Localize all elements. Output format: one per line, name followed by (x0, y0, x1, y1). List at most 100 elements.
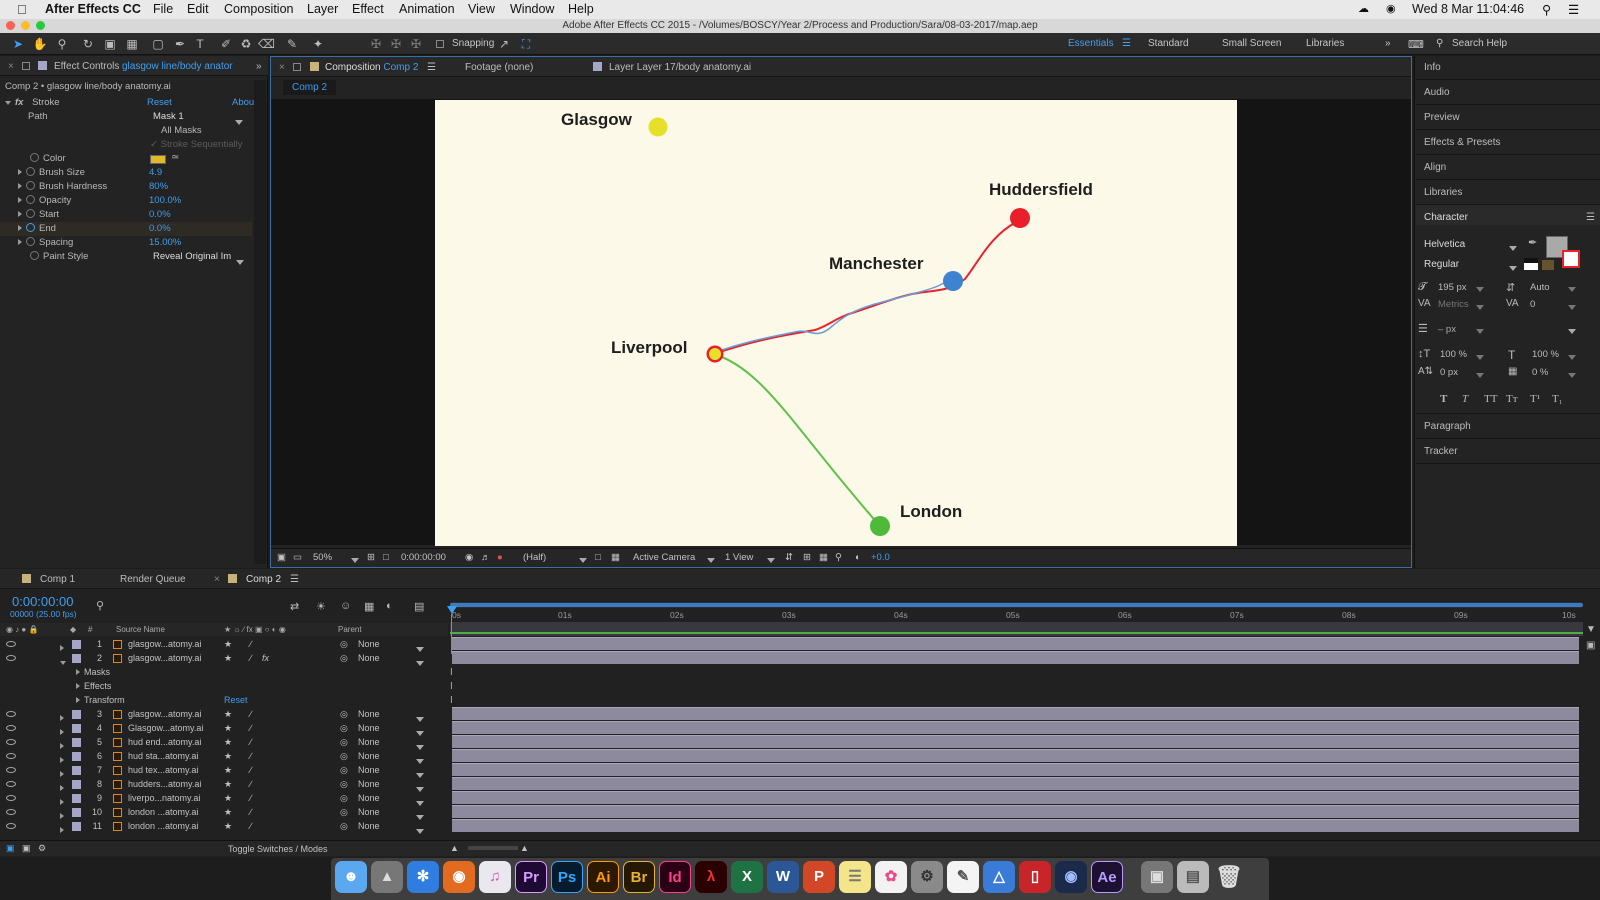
pick-whip-icon[interactable]: ◎ (340, 791, 348, 805)
dock-premiere-icon[interactable]: Pr (515, 861, 547, 893)
camera-chevron-icon[interactable] (707, 555, 715, 566)
label-color-box[interactable] (72, 780, 81, 789)
brush-hardness-row[interactable]: Brush Hardness (18, 180, 107, 194)
spacing-value[interactable]: 15.00% (149, 236, 181, 250)
stroke-sequentially-checkbox[interactable]: ✓ Stroke Sequentially (150, 138, 242, 152)
end-value[interactable]: 0.0% (149, 222, 171, 236)
visibility-icon[interactable] (6, 809, 16, 815)
pick-whip-icon[interactable]: ◎ (340, 651, 348, 665)
close-tab-icon[interactable]: × (279, 62, 285, 73)
dock-bridge-icon[interactable]: Br (623, 861, 655, 893)
comp-mini-flowchart-icon[interactable]: ⇄ (290, 600, 299, 613)
app-name-menu[interactable]: After Effects CC (45, 2, 141, 16)
zoom-out-icon[interactable]: ▲ (450, 843, 459, 853)
layer-row[interactable]: 9 liverpo...natomy.ai ★ ∕ ◎ None (0, 791, 448, 806)
small-caps-button[interactable]: Tт (1506, 393, 1518, 405)
draft-3d-icon[interactable]: ☀ (316, 600, 326, 613)
column-parent[interactable]: Parent (338, 623, 362, 636)
effects-group-row[interactable]: Effects (76, 679, 524, 693)
transfer-controls-icon[interactable]: ▣ (22, 843, 31, 854)
layer-row[interactable]: 3 glasgow...atomy.ai ★ ∕ ◎ None (0, 707, 448, 722)
menu-help[interactable]: Help (568, 2, 594, 16)
tsume-value[interactable]: 0 % (1532, 367, 1548, 378)
effects-keyframe-icon[interactable]: I (450, 681, 453, 692)
in-out-icon[interactable]: ⚙ (38, 843, 46, 854)
tracking-value[interactable]: 0 (1530, 299, 1535, 310)
character-panel-title[interactable]: Character (1424, 212, 1468, 223)
layer-name[interactable]: Glasgow...atomy.ai (128, 721, 203, 735)
viewer-menu-icon[interactable]: ☰ (427, 62, 436, 73)
spotlight-icon[interactable]: ⚲ (1542, 2, 1551, 17)
column-source-name[interactable]: Source Name (116, 623, 165, 636)
menu-effect[interactable]: Effect (352, 2, 384, 16)
stroke-width-value[interactable]: – px (1438, 324, 1456, 335)
comp-navigator-chip[interactable]: Comp 2 (283, 80, 337, 95)
opacity-value[interactable]: 100.0% (149, 194, 181, 208)
collapse-transform-icon[interactable]: ★ (224, 763, 232, 777)
layer-name[interactable]: glasgow...atomy.ai (128, 707, 201, 721)
layer-row[interactable]: 4 Glasgow...atomy.ai ★ ∕ ◎ None (0, 721, 448, 736)
effect-about-button[interactable]: Abou (232, 96, 254, 110)
resolution-dropdown[interactable]: (Half) (523, 552, 546, 563)
camera-tool-icon[interactable]: ▣ (102, 36, 118, 52)
masks-group-row[interactable]: Masks (76, 665, 524, 679)
dock-word-icon[interactable]: W (767, 861, 799, 893)
dock-keynote-icon[interactable]: △ (983, 861, 1015, 893)
collapse-transform-icon[interactable]: ★ (224, 735, 232, 749)
collapse-transform-icon[interactable]: ★ (224, 777, 232, 791)
font-family-chevron-icon[interactable] (1509, 243, 1517, 254)
font-style-dropdown[interactable]: Regular (1424, 259, 1459, 270)
exposure-icon[interactable]: ◐ (855, 552, 861, 563)
fx-switch-icon[interactable]: fx (262, 651, 269, 665)
pick-whip-icon[interactable]: ◎ (340, 763, 348, 777)
lock-icon[interactable] (22, 62, 30, 70)
collapse-transform-icon[interactable]: ★ (224, 637, 232, 651)
parent-dropdown[interactable]: None (358, 805, 380, 819)
layer-duration-bar[interactable] (452, 721, 1579, 734)
snapshot-icon[interactable]: ◉ (465, 552, 473, 563)
stopwatch-icon[interactable] (26, 237, 35, 246)
pick-whip-icon[interactable]: ◎ (340, 749, 348, 763)
visibility-icon[interactable] (6, 795, 16, 801)
tsume-chevron-icon[interactable] (1568, 370, 1576, 381)
baseline-shift-chevron-icon[interactable] (1476, 370, 1484, 381)
vertical-scale-chevron-icon[interactable] (1476, 352, 1484, 363)
layer-tab[interactable]: Layer Layer 17/body anatomy.ai (609, 62, 751, 73)
default-colors-icon[interactable] (1524, 258, 1538, 270)
layer-row[interactable]: 6 hud sta...atomy.ai ★ ∕ ◎ None (0, 749, 448, 764)
more-workspaces-icon[interactable]: » (1385, 38, 1391, 49)
info-panel-tab[interactable]: Info (1424, 62, 1441, 73)
tracking-chevron-icon[interactable] (1568, 302, 1576, 313)
quality-switch-icon[interactable]: ∕ (250, 651, 252, 665)
label-color-box[interactable] (72, 640, 81, 649)
timeline-tab-render-queue[interactable]: Render Queue (120, 574, 186, 585)
quality-switch-icon[interactable]: ∕ (250, 819, 252, 833)
search-help-input[interactable]: Search Help (1452, 38, 1507, 49)
eyedropper-icon[interactable]: ≃ (171, 152, 179, 163)
layer-row[interactable]: 10 london ...atomy.ai ★ ∕ ◎ None (0, 805, 448, 820)
dock-acrobat-icon[interactable]: λ (695, 861, 727, 893)
dock-itunes-icon[interactable]: ♫ (479, 861, 511, 893)
timeline-current-time[interactable]: 0:00:00:00 (12, 594, 73, 609)
mask-keyframe-icon[interactable]: I (450, 667, 453, 678)
pick-whip-icon[interactable]: ◎ (340, 777, 348, 791)
leading-value[interactable]: Auto (1530, 282, 1550, 293)
dock-preview-icon[interactable]: ▤ (1177, 861, 1209, 893)
parent-chevron-icon[interactable] (416, 824, 424, 838)
local-axis-icon[interactable]: ✠ (368, 36, 384, 52)
always-preview-icon[interactable]: ▣ (277, 552, 286, 563)
preview-panel-tab[interactable]: Preview (1424, 112, 1460, 123)
region-of-interest-icon[interactable]: □ (595, 552, 601, 563)
stopwatch-icon[interactable] (30, 251, 39, 260)
character-menu-icon[interactable]: ☰ (1586, 212, 1595, 223)
pick-whip-icon[interactable]: ◎ (340, 735, 348, 749)
playhead-icon[interactable] (447, 606, 457, 614)
dock-system-preferences-icon[interactable]: ⚙ (911, 861, 943, 893)
menu-view[interactable]: View (468, 2, 495, 16)
layer-duration-bar[interactable] (452, 749, 1579, 762)
effect-controls-layer-name[interactable]: glasgow line/body anator (122, 61, 233, 72)
comp-button-icon[interactable]: ▣ (1586, 640, 1595, 651)
stopwatch-icon[interactable] (26, 167, 35, 176)
layer-name[interactable]: hud tex...atomy.ai (128, 763, 198, 777)
menu-composition[interactable]: Composition (224, 2, 293, 16)
